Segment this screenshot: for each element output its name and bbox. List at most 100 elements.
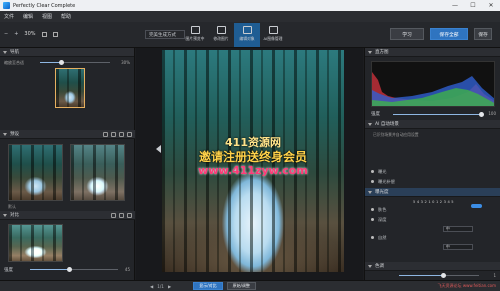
maximize-button[interactable]: ☐ (464, 0, 482, 11)
zoom-out-button[interactable]: − (4, 31, 8, 37)
fit-icon[interactable] (41, 31, 47, 37)
title-bar: Perfectly Clear Complete — ☐ ✕ (0, 0, 500, 11)
toggle-dot[interactable] (371, 180, 374, 183)
show-compare-button[interactable]: 显示/对比 (193, 282, 223, 290)
histogram-header[interactable]: 直方图 (365, 48, 500, 57)
right-strength-label: 强度 (371, 112, 380, 117)
grid-view-icon[interactable] (103, 132, 108, 137)
prev-arrow-icon[interactable] (156, 145, 161, 153)
chevron-down-icon (368, 264, 372, 268)
adjust-row-5[interactable]: 自然 (371, 234, 495, 241)
zoom-pct: 30% (121, 60, 130, 65)
grid-view-icon[interactable] (111, 213, 116, 218)
presets-header[interactable]: 预设 (0, 130, 135, 139)
toggle-dot[interactable] (371, 218, 374, 221)
edit-icon (216, 26, 226, 34)
exposure-toggle[interactable] (471, 204, 482, 208)
toggle-dot[interactable] (371, 236, 374, 239)
color-header[interactable]: 色调 (365, 262, 500, 271)
actual-size-icon[interactable] (52, 31, 58, 37)
original-adjust-button[interactable]: 原始/调整 (226, 282, 256, 290)
chevron-down-icon (3, 132, 7, 136)
left-panel: 导航 缩放至合适 30% 预设 默认 对比 强度 45 (0, 48, 135, 280)
menu-help[interactable]: 帮助 (61, 13, 71, 20)
zoom-fit-label: 缩放至合适 (4, 60, 24, 65)
minimize-button[interactable]: — (446, 0, 464, 11)
tool-group: 图片预览中 修改图片 编辑对象 AI图像管理 (182, 23, 286, 47)
tool-preview[interactable]: 图片预览中 (182, 23, 208, 47)
nav-next-button[interactable]: ▶ (168, 284, 171, 289)
help-icon[interactable] (127, 213, 132, 218)
adjust-row-2[interactable]: 曝光补偿 (371, 178, 495, 185)
tool-edit[interactable]: 修改图片 (208, 23, 234, 47)
tool-ai-manage-label: AI图像管理 (263, 36, 283, 41)
histogram-display (371, 61, 495, 107)
compare-thumb-photo (9, 225, 62, 261)
color-slider-knob[interactable] (440, 273, 446, 278)
tool-objects[interactable]: 编辑对象 (234, 23, 260, 47)
image-canvas[interactable]: 411资源网 邀请注册送终身会员 www.411zyw.com (136, 48, 363, 280)
histogram-title: 直方图 (375, 50, 389, 55)
color-slider[interactable] (399, 273, 479, 278)
adjust-row-1[interactable]: 曝光 (371, 168, 495, 175)
watermark-line-2: 邀请注册送终身会员 (198, 150, 307, 164)
toggle-dot[interactable] (371, 170, 374, 173)
compare-title: 对比 (10, 213, 19, 218)
right-strength-knob[interactable] (478, 112, 484, 117)
right-strength-slider[interactable] (393, 112, 484, 117)
menu-view[interactable]: 视图 (42, 13, 52, 20)
help-icon[interactable] (127, 132, 132, 137)
chevron-down-icon (368, 122, 372, 126)
navigator-thumbnail[interactable] (55, 68, 85, 108)
gear-icon[interactable] (119, 132, 124, 137)
gear-icon[interactable] (119, 213, 124, 218)
zoom-slider-fill (40, 62, 61, 63)
chevron-down-icon (368, 190, 372, 194)
dropdown-2-value: 中 (446, 244, 450, 249)
color-slider-fill (399, 275, 443, 276)
toggle-dot[interactable] (371, 208, 374, 211)
ai-manage-icon (268, 26, 278, 34)
menu-file[interactable]: 文件 (4, 13, 14, 20)
close-button[interactable]: ✕ (482, 0, 500, 11)
chevron-down-icon (3, 50, 7, 54)
zoom-in-button[interactable]: + (14, 31, 18, 37)
learn-button[interactable]: 学习 (390, 28, 424, 40)
ai-scene-header[interactable]: AI 自动场景 (365, 120, 500, 129)
list-view-icon[interactable] (111, 132, 116, 137)
main-photo[interactable]: 411资源网 邀请注册送终身会员 www.411zyw.com (162, 50, 344, 272)
objects-icon (242, 26, 252, 34)
zoom-value[interactable]: 30% (24, 31, 35, 37)
window-title: Perfectly Clear Complete (13, 2, 76, 9)
zoom-slider[interactable] (40, 60, 110, 65)
adjust-row-1-label: 曝光 (378, 168, 387, 174)
preset-thumb-2[interactable] (70, 144, 125, 201)
tool-ai-manage[interactable]: AI图像管理 (260, 23, 286, 47)
navigator-title: 导航 (10, 50, 19, 55)
left-strength-slider[interactable] (30, 267, 118, 272)
save-all-button[interactable]: 保存全部 (430, 28, 468, 40)
left-strength-value: 45 (124, 267, 130, 272)
dropdown-2[interactable]: 中 (443, 244, 473, 250)
preset-thumb-1[interactable] (8, 144, 63, 201)
compare-header[interactable]: 对比 (0, 211, 135, 220)
compare-thumb[interactable] (8, 224, 63, 262)
adjust-row-3-label: 肤色 (378, 206, 387, 212)
exposure-scale: 5 4 3 2 1 0 1 2 3 4 5 (413, 200, 454, 204)
navigator-header[interactable]: 导航 (0, 48, 134, 57)
color-title: 色调 (375, 264, 384, 269)
save-button[interactable]: 保存 (474, 28, 492, 40)
toolbar: − + 30% 完美生成方式 图片预览中 修改图片 编辑对象 AI图像管理 学习… (0, 22, 500, 48)
dropdown-1[interactable]: 中 (443, 226, 473, 232)
zoom-slider-knob[interactable] (58, 60, 64, 65)
nav-prev-button[interactable]: ◀ (150, 284, 153, 289)
exposure-header[interactable]: 曝光度 (365, 188, 500, 197)
adjust-row-4[interactable]: 深度 (371, 216, 495, 223)
view-mode-select[interactable]: 完美生成方式 (145, 30, 185, 39)
menu-edit[interactable]: 编辑 (23, 13, 33, 20)
ai-scene-desc: 已识别场景并自动应用设置 (373, 132, 419, 137)
status-bar: ◀ 1/1 ▶ 显示/对比 原始/调整 飞天资源论坛 www.feitian.c… (0, 280, 500, 291)
menu-bar: 文件 编辑 视图 帮助 (0, 11, 500, 22)
strength-label: 强度 (4, 268, 13, 273)
left-strength-knob[interactable] (67, 267, 73, 272)
